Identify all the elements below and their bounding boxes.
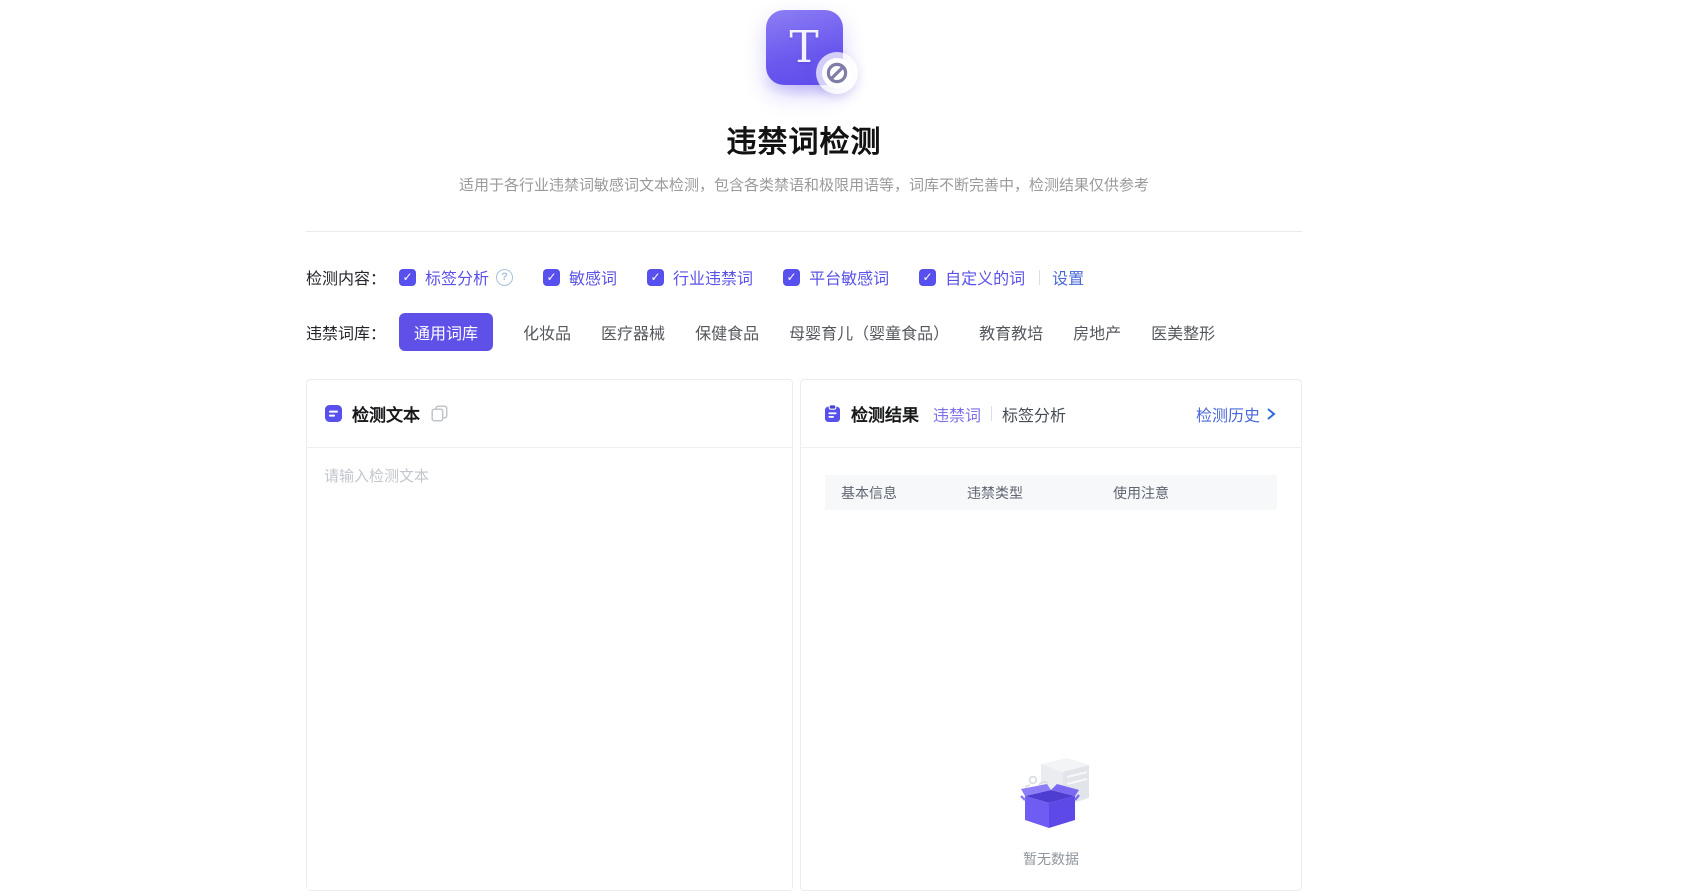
result-panel: 检测结果 违禁词 标签分析 检测历史 基本信息 违禁类型 使用注意 暂无数据 bbox=[800, 379, 1302, 891]
input-panel-header: 检测文本 bbox=[307, 380, 792, 448]
result-panel-title: 检测结果 bbox=[851, 406, 919, 425]
result-tab-prohibited[interactable]: 违禁词 bbox=[933, 402, 981, 426]
history-link[interactable]: 检测历史 bbox=[1196, 402, 1277, 426]
chevron-right-icon bbox=[1265, 407, 1277, 421]
main-content: T 违禁词检测 适用于各行业违禁词敏感词文本检测，包含各类禁语和极限用语等，词库… bbox=[306, 0, 1302, 891]
checkbox-platform-sensitive[interactable]: 平台敏感词 bbox=[783, 265, 889, 289]
library-tab-medical-devices[interactable]: 医疗器械 bbox=[601, 320, 665, 344]
column-usage-note: 使用注意 bbox=[1113, 484, 1169, 501]
checkbox-checked-icon[interactable] bbox=[543, 268, 561, 286]
input-textarea-wrap bbox=[307, 448, 792, 890]
library-tab-general[interactable]: 通用词库 bbox=[399, 313, 494, 351]
detect-text-input[interactable] bbox=[307, 448, 792, 890]
result-body: 基本信息 违禁类型 使用注意 暂无数据 bbox=[801, 448, 1301, 890]
empty-text: 暂无数据 bbox=[1023, 851, 1079, 867]
checkbox-custom-words[interactable]: 自定义的词 bbox=[919, 265, 1025, 289]
result-tabs: 违禁词 标签分析 bbox=[933, 402, 1066, 426]
library-tab-real-estate[interactable]: 房地产 bbox=[1073, 320, 1121, 344]
app-logo: T bbox=[757, 10, 858, 99]
column-violation-type: 违禁类型 bbox=[967, 484, 1023, 501]
input-panel: 检测文本 bbox=[306, 379, 793, 891]
panels: 检测文本 请输入检测文本 检测结果 违禁词 标签分析 检测历史 基本信息 违禁类… bbox=[306, 379, 1302, 891]
column-basic-info: 基本信息 bbox=[841, 484, 897, 501]
text-detection-logo-icon: T bbox=[765, 10, 858, 94]
detect-content-row: 检测内容： 标签分析 敏感词 行业违禁词 平台敏感词 自定义的词 bbox=[306, 265, 1302, 289]
checkbox-checked-icon[interactable] bbox=[919, 268, 937, 286]
library-tab-medical-aesthetics[interactable]: 医美整形 bbox=[1151, 320, 1215, 344]
library-tab-maternal-infant[interactable]: 母婴育儿（婴童食品） bbox=[789, 320, 949, 344]
divider-bar bbox=[1039, 269, 1041, 285]
checkbox-checked-icon[interactable] bbox=[399, 268, 417, 286]
detect-content-options: 标签分析 敏感词 行业违禁词 平台敏感词 自定义的词 bbox=[399, 265, 1025, 289]
result-table-header: 基本信息 违禁类型 使用注意 bbox=[825, 475, 1277, 510]
divider-bar bbox=[991, 406, 993, 421]
page-title: 违禁词检测 bbox=[726, 126, 882, 159]
prohibition-badge-icon bbox=[815, 52, 858, 94]
library-tab-education[interactable]: 教育教培 bbox=[979, 320, 1043, 344]
library-tab-cosmetics[interactable]: 化妆品 bbox=[523, 320, 571, 344]
document-icon bbox=[324, 404, 343, 423]
checkbox-tag-analysis[interactable]: 标签分析 bbox=[399, 265, 514, 289]
empty-state: 暂无数据 bbox=[825, 754, 1277, 869]
library-row: 违禁词库： 通用词库 化妆品 医疗器械 保健食品 母婴育儿（婴童食品） 教育教培… bbox=[306, 313, 1302, 351]
logo-letter: T bbox=[789, 21, 819, 73]
section-divider bbox=[306, 231, 1302, 232]
checkbox-sensitive-words[interactable]: 敏感词 bbox=[543, 265, 617, 289]
result-panel-header: 检测结果 违禁词 标签分析 检测历史 bbox=[801, 380, 1301, 448]
input-panel-title: 检测文本 bbox=[352, 406, 420, 425]
clipboard-icon bbox=[823, 404, 842, 423]
page-subtitle: 适用于各行业违禁词敏感词文本检测，包含各类禁语和极限用语等，词库不断完善中，检测… bbox=[458, 177, 1149, 194]
library-tabs: 通用词库 化妆品 医疗器械 保健食品 母婴育儿（婴童食品） 教育教培 房地产 医… bbox=[399, 313, 1215, 351]
settings-link[interactable]: 设置 bbox=[1052, 265, 1084, 289]
copy-icon[interactable] bbox=[431, 405, 448, 422]
hero-section: T 违禁词检测 适用于各行业违禁词敏感词文本检测，包含各类禁语和极限用语等，词库… bbox=[306, 10, 1302, 232]
result-tab-tag-analysis[interactable]: 标签分析 bbox=[1002, 402, 1066, 426]
library-tab-health-food[interactable]: 保健食品 bbox=[695, 320, 759, 344]
empty-box-icon bbox=[1011, 754, 1091, 837]
detect-content-label: 检测内容： bbox=[306, 271, 387, 288]
checkbox-industry-prohibited[interactable]: 行业违禁词 bbox=[647, 265, 753, 289]
checkbox-checked-icon[interactable] bbox=[647, 268, 665, 286]
library-label: 违禁词库： bbox=[306, 326, 387, 343]
checkbox-checked-icon[interactable] bbox=[783, 268, 801, 286]
help-icon[interactable] bbox=[496, 268, 514, 286]
